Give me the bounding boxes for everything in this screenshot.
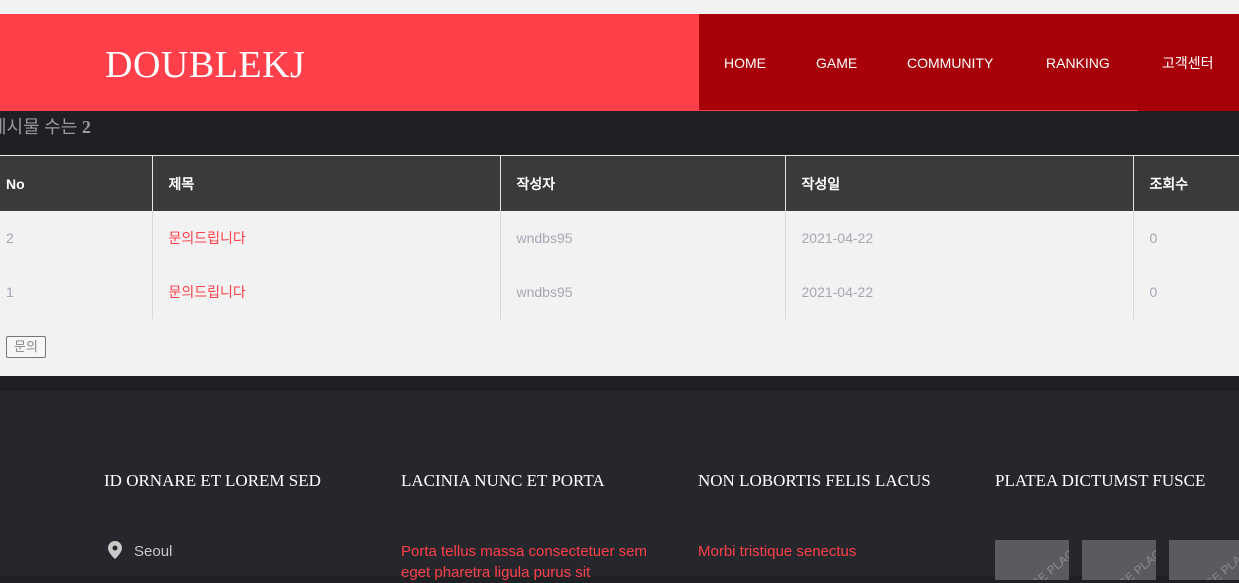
thumbnail-text: IMAGE PLACEHOLDER (1186, 540, 1239, 580)
cell-views: 0 (1132, 265, 1239, 319)
column-header-author: 작성자 (499, 155, 785, 211)
column-header-views: 조회수 (1132, 155, 1239, 211)
nav-item-customer-center[interactable]: 고객센터 (1162, 56, 1214, 70)
thumbnail-text: IMAGE PLACEHOLDER (1012, 540, 1069, 580)
footer-heading-3: NON LOBORTIS FELIS LACUS (698, 471, 931, 490)
post-count: 게시물 수는 2 (0, 113, 91, 139)
table-row: 2 문의드립니다 wndbs95 2021-04-22 0 (0, 211, 1239, 265)
cell-date: 2021-04-22 (784, 211, 1133, 265)
board-area: No 제목 작성자 작성일 조회수 2 문의드립니다 wndbs95 2021-… (0, 155, 1239, 376)
main-nav: HOME GAME COMMUNITY RANKING 고객센터 (699, 14, 1239, 111)
post-count-label: 게시물 수는 (0, 117, 78, 137)
table-row: 1 문의드립니다 wndbs95 2021-04-22 0 (0, 265, 1239, 319)
cell-title-link[interactable]: 문의드립니다 (151, 211, 500, 265)
footer-link-2[interactable]: Porta tellus massa consectetuer sem eget… (401, 541, 651, 583)
thumbnail-text: IMAGE PLACEHOLDER (1099, 540, 1156, 580)
table-header-row: No 제목 작성자 작성일 조회수 (0, 155, 1239, 211)
column-header-no: No (0, 155, 152, 211)
footer-location-text: Seoul (134, 543, 173, 560)
footer-link-3[interactable]: Morbi tristique senectus (698, 541, 856, 562)
map-pin-icon (108, 541, 122, 559)
column-header-title: 제목 (151, 155, 500, 211)
footer-location: Seoul (108, 541, 172, 560)
nav-item-community[interactable]: COMMUNITY (907, 56, 993, 70)
brand-area: DOUBLEKJ (0, 14, 699, 111)
top-strip (0, 0, 1239, 14)
footer-heading-1: ID ORNARE ET LOREM SED (104, 471, 321, 490)
cell-date: 2021-04-22 (784, 265, 1133, 319)
footer-heading-2: LACINIA NUNC ET PORTA (401, 471, 605, 490)
cell-no: 2 (6, 230, 14, 246)
footer: ID ORNARE ET LOREM SED LACINIA NUNC ET P… (0, 391, 1239, 581)
cell-author: wndbs95 (499, 211, 785, 265)
nav-item-home[interactable]: HOME (724, 56, 766, 70)
site-logo[interactable]: DOUBLEKJ (105, 46, 305, 84)
footer-thumbnail[interactable]: IMAGE PLACEHOLDER (995, 540, 1069, 580)
nav-item-ranking[interactable]: RANKING (1046, 56, 1110, 70)
nav-item-game[interactable]: GAME (816, 56, 857, 70)
cell-no: 1 (6, 284, 14, 300)
footer-thumbnail[interactable]: IMAGE PLACEHOLDER (1082, 540, 1156, 580)
cell-title-link[interactable]: 문의드립니다 (151, 265, 500, 319)
inquiry-button[interactable]: 문의 (6, 336, 46, 358)
cell-views: 0 (1132, 211, 1239, 265)
column-header-date: 작성일 (784, 155, 1133, 211)
cell-author: wndbs95 (499, 265, 785, 319)
footer-thumbnail[interactable]: IMAGE PLACEHOLDER (1169, 540, 1239, 580)
post-count-value: 2 (81, 117, 91, 137)
board-table: No 제목 작성자 작성일 조회수 2 문의드립니다 wndbs95 2021-… (0, 155, 1239, 319)
footer-heading-4: PLATEA DICTUMST FUSCE (995, 471, 1206, 490)
count-bar (0, 111, 1239, 155)
